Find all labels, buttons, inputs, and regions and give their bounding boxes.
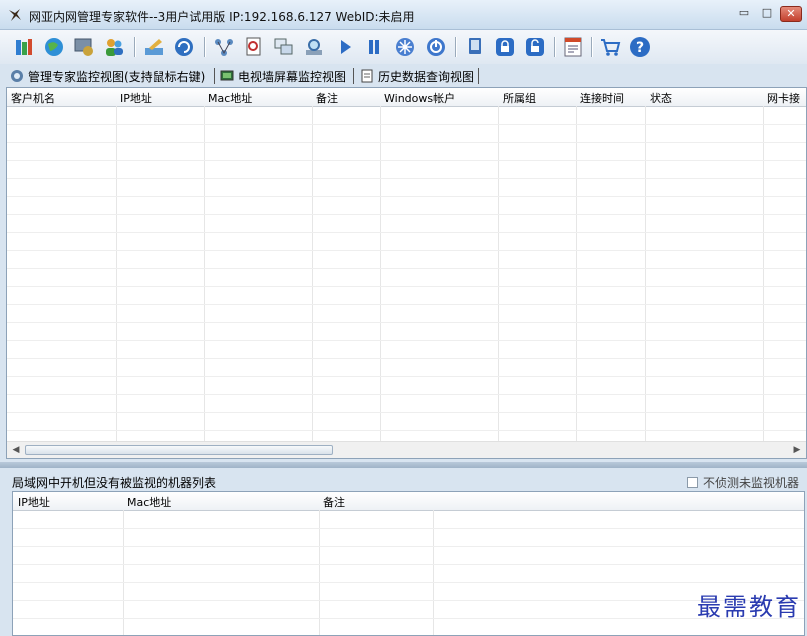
monitor-settings-icon[interactable]: [72, 35, 96, 59]
lan-panel: 局域网中开机但没有被监视的机器列表 不侦测未监视机器 IP地址 Mac地址 备注: [6, 470, 807, 636]
document-search-icon[interactable]: [242, 35, 266, 59]
grid-row-line: [7, 232, 806, 233]
panel-splitter[interactable]: [0, 462, 807, 468]
tab-label: 管理专家监控视图(支持鼠标右键): [28, 69, 206, 84]
grid-row-line: [7, 322, 806, 323]
title-bar: 网亚内网管理专家软件--3用户试用版 IP:192.168.6.127 WebI…: [0, 0, 807, 30]
column-header[interactable]: 状态: [650, 90, 672, 106]
grid-row-line: [7, 304, 806, 305]
refresh-icon[interactable]: [172, 35, 196, 59]
lock-icon[interactable]: [493, 35, 517, 59]
history-icon: [361, 69, 373, 83]
grid-row-line: [7, 124, 806, 125]
power-icon[interactable]: [424, 35, 448, 59]
grid-row-line: [7, 250, 806, 251]
grid-row-line: [7, 358, 806, 359]
column-header[interactable]: 所属组: [503, 90, 536, 106]
checkbox-label: 不侦测未监视机器: [702, 476, 799, 490]
watermark: 最需教育: [697, 593, 801, 621]
view-tabs: 管理专家监控视图(支持鼠标右键) 电视墙屏幕监控视图 历史数据查询视图: [0, 64, 807, 86]
checkbox-box[interactable]: [686, 477, 698, 488]
edit-icon[interactable]: [142, 35, 166, 59]
column-header[interactable]: 备注: [316, 90, 338, 106]
lan-table[interactable]: IP地址 Mac地址 备注: [12, 491, 805, 636]
grid-row-line: [7, 394, 806, 395]
grid-row-line: [13, 618, 804, 619]
column-header[interactable]: IP地址: [18, 494, 50, 510]
column-header[interactable]: 连接时间: [580, 90, 624, 106]
grid-row-line: [13, 600, 804, 601]
grid-column-line: [498, 106, 499, 442]
unlock-icon[interactable]: [523, 35, 547, 59]
snowflake-icon[interactable]: [393, 35, 417, 59]
play-icon[interactable]: [333, 35, 357, 59]
monitor-view-icon: [11, 70, 23, 82]
grid-row-line: [7, 376, 806, 377]
table-header: IP地址 Mac地址 备注: [13, 492, 804, 511]
cart-icon[interactable]: [598, 35, 622, 59]
people-icon[interactable]: [102, 35, 126, 59]
screen-wall-icon: [220, 70, 234, 81]
no-detect-checkbox[interactable]: 不侦测未监视机器: [686, 474, 799, 491]
grid-row-line: [7, 430, 806, 431]
grid-row-line: [7, 340, 806, 341]
scroll-right-arrow-icon[interactable]: ▶: [790, 444, 804, 456]
grid-row-line: [7, 160, 806, 161]
column-header[interactable]: IP地址: [120, 90, 152, 106]
tab-monitor-view[interactable]: 管理专家监控视图(支持鼠标右键): [10, 66, 205, 86]
grid-column-line: [380, 106, 381, 442]
grid-row-line: [13, 582, 804, 583]
minimize-button[interactable]: ▭: [735, 6, 753, 22]
grid-column-line: [116, 106, 117, 442]
grid-row-line: [7, 268, 806, 269]
help-icon[interactable]: ?: [628, 35, 652, 59]
grid-column-line: [576, 106, 577, 442]
network-icon[interactable]: [212, 35, 236, 59]
grid-column-line: [645, 106, 646, 442]
grid-row-line: [13, 546, 804, 547]
toolbar: ?: [0, 30, 807, 64]
books-icon[interactable]: [12, 35, 36, 59]
column-header[interactable]: 客户机名: [11, 90, 55, 106]
grid-row-line: [7, 214, 806, 215]
grid-row-line: [7, 142, 806, 143]
windows-icon[interactable]: [272, 35, 296, 59]
window-title: 网亚内网管理专家软件--3用户试用版 IP:192.168.6.127 WebI…: [29, 10, 415, 24]
column-header[interactable]: 备注: [323, 494, 345, 510]
lan-panel-title: 局域网中开机但没有被监视的机器列表: [12, 476, 217, 490]
maximize-button[interactable]: □: [758, 6, 776, 22]
grid-column-line: [204, 106, 205, 442]
column-header[interactable]: 网卡接: [767, 90, 800, 106]
pause-icon[interactable]: [362, 35, 386, 59]
grid-row-line: [13, 564, 804, 565]
device-icon[interactable]: [463, 35, 487, 59]
scrollbar-thumb[interactable]: [25, 445, 333, 455]
search-icon[interactable]: [302, 35, 326, 59]
tab-screen-wall-view[interactable]: 电视墙屏幕监控视图: [220, 66, 346, 86]
grid-row-line: [7, 412, 806, 413]
tab-label: 电视墙屏幕监控视图: [238, 69, 347, 84]
tab-label: 历史数据查询视图: [378, 69, 475, 84]
horizontal-scrollbar[interactable]: ◀ ▶: [7, 441, 806, 458]
report-icon[interactable]: [561, 35, 585, 59]
close-button[interactable]: ✕: [780, 6, 802, 22]
globe-icon[interactable]: [42, 35, 66, 59]
monitor-table[interactable]: 客户机名 IP地址 Mac地址 备注 Windows帐户 所属组 连接时间 状态…: [6, 87, 807, 459]
grid-row-line: [7, 178, 806, 179]
grid-row-line: [7, 196, 806, 197]
column-header[interactable]: Mac地址: [208, 90, 252, 106]
grid-column-line: [312, 106, 313, 442]
column-header[interactable]: Windows帐户: [384, 90, 455, 106]
svg-text:?: ?: [636, 40, 644, 56]
grid-row-line: [7, 286, 806, 287]
table-header: 客户机名 IP地址 Mac地址 备注 Windows帐户 所属组 连接时间 状态…: [7, 88, 806, 107]
scroll-left-arrow-icon[interactable]: ◀: [9, 444, 23, 456]
grid-row-line: [13, 528, 804, 529]
app-logo-icon: [9, 9, 21, 21]
tab-history-view[interactable]: 历史数据查询视图: [360, 66, 474, 86]
column-header[interactable]: Mac地址: [127, 494, 171, 510]
grid-column-line: [763, 106, 764, 442]
